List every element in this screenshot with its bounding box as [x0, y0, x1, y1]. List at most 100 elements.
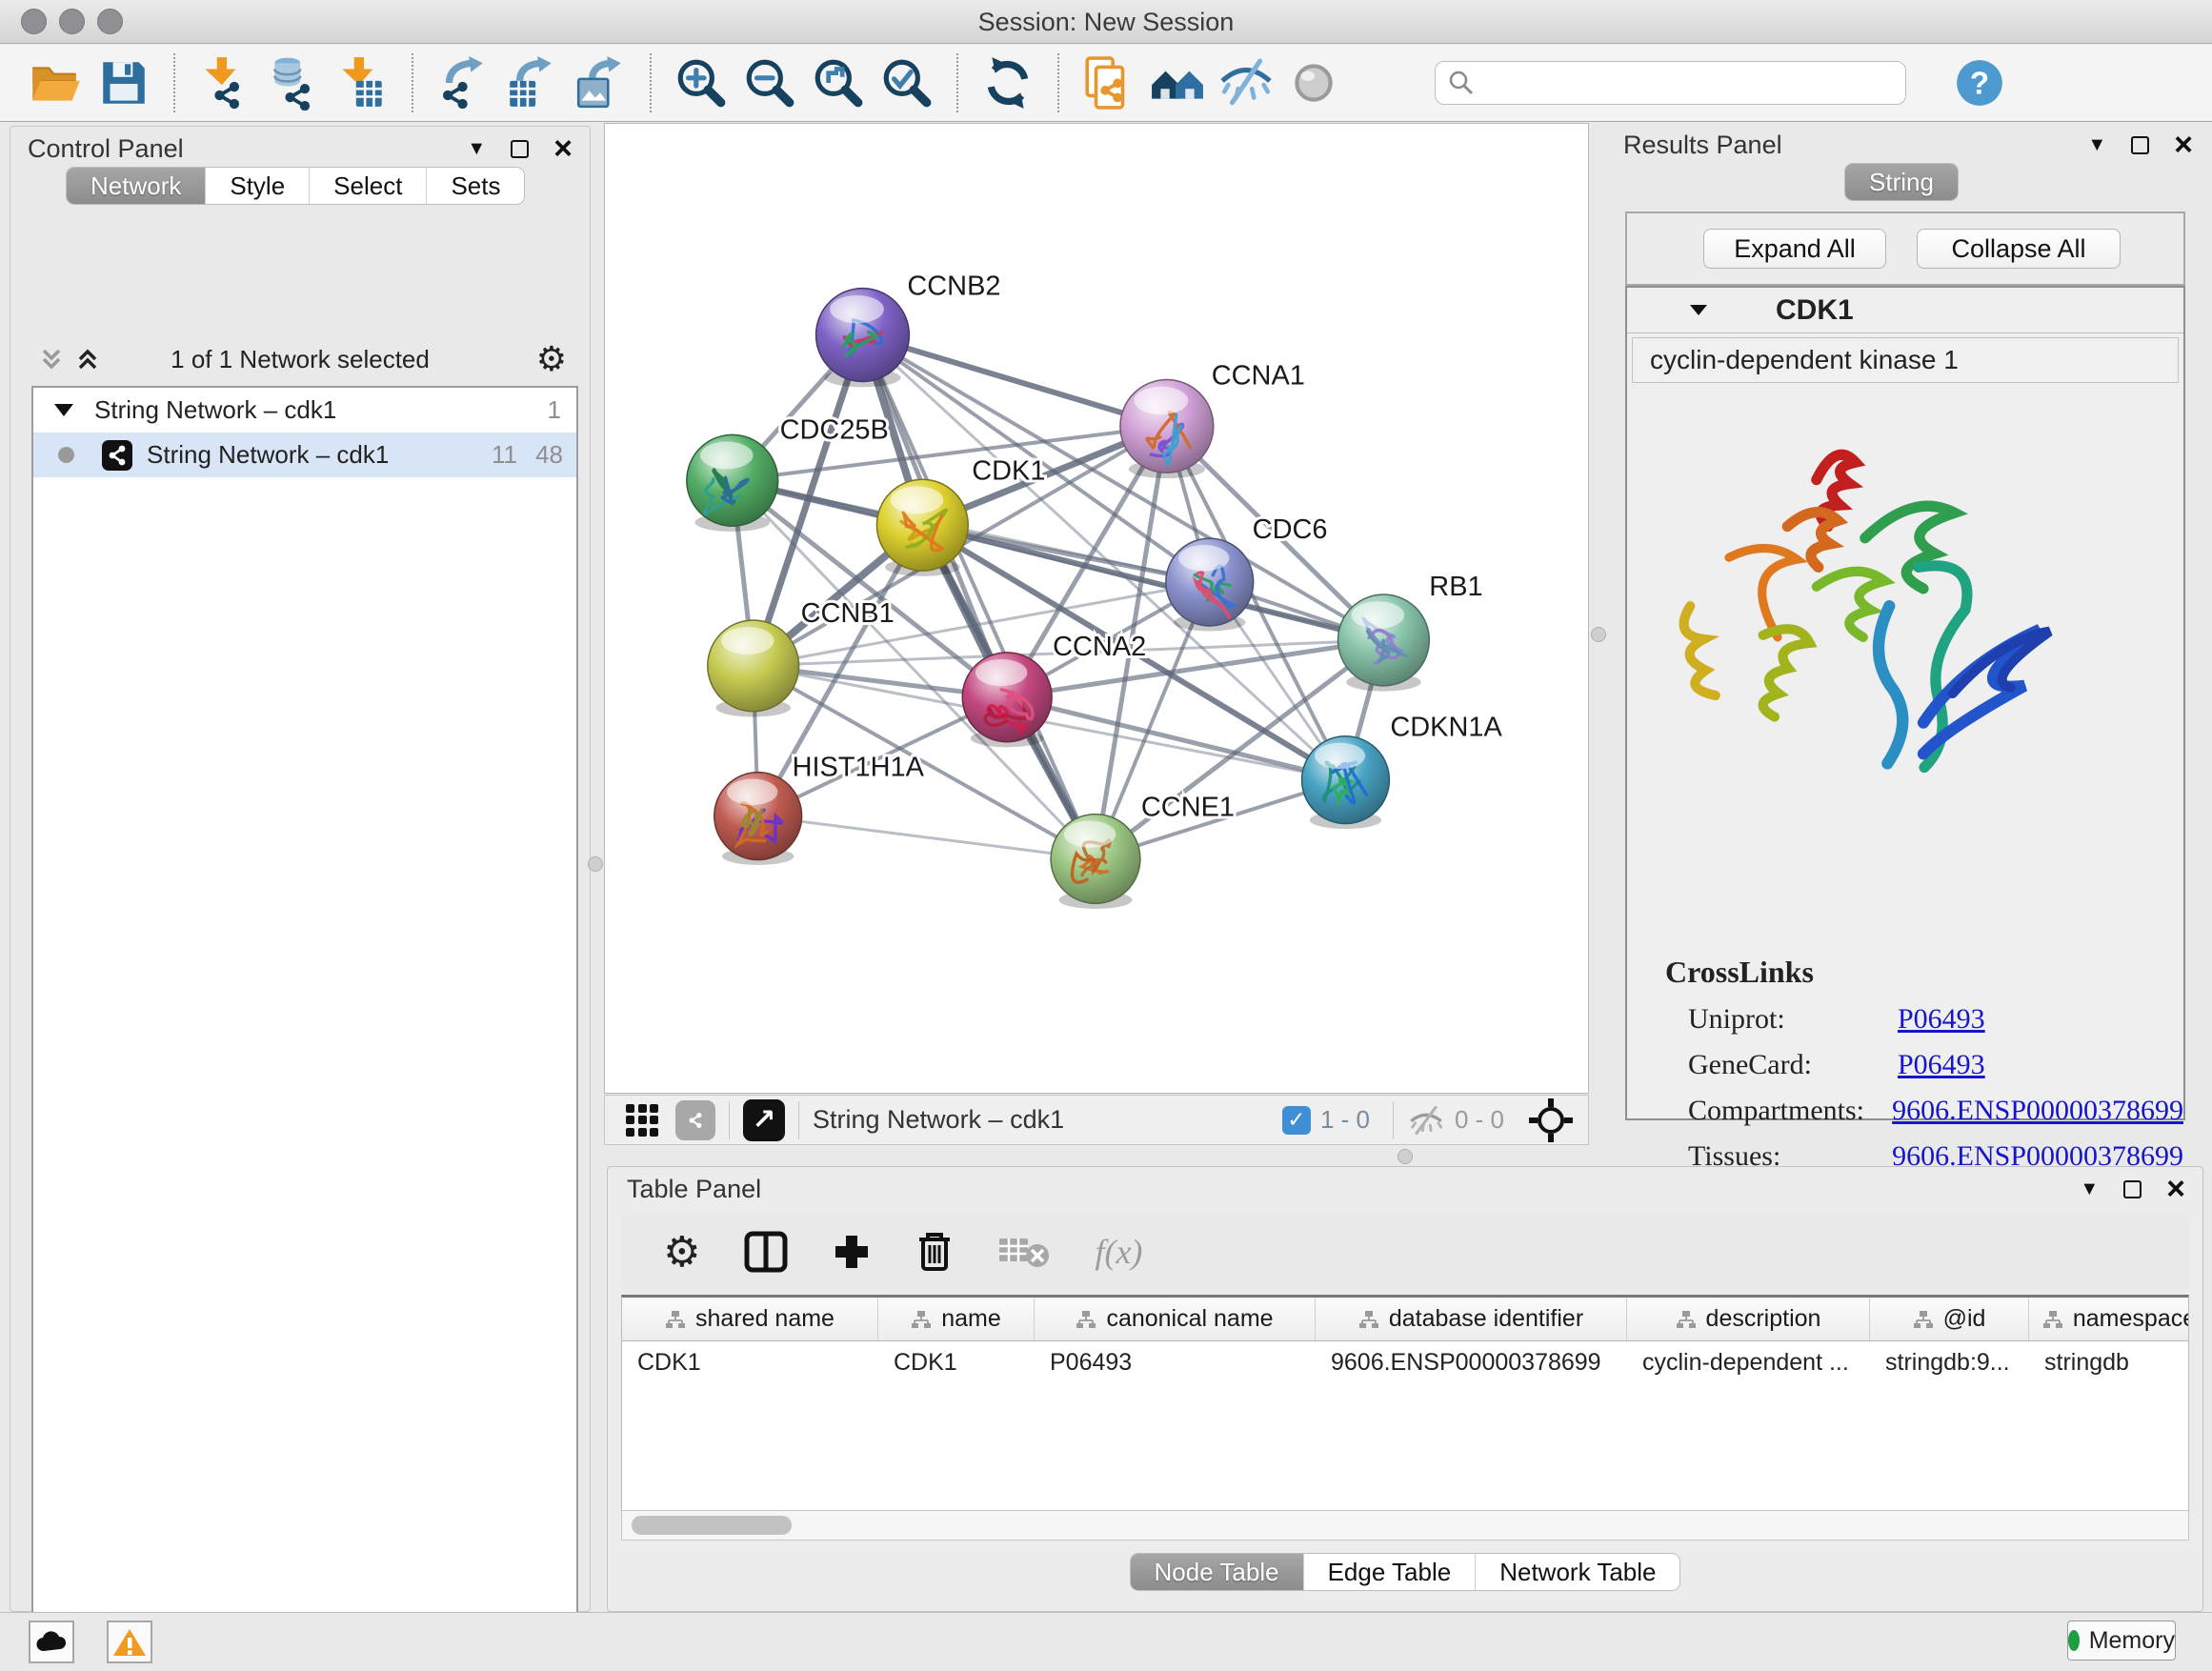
tab-string[interactable]: String [1845, 164, 1958, 200]
crosslink-link[interactable]: 9606.ENSP00000378699 [1892, 1095, 2183, 1127]
hidden-eye-slash-icon[interactable] [1407, 1104, 1445, 1137]
create-column-plus-icon[interactable] [832, 1232, 872, 1272]
open-session-button[interactable] [21, 51, 90, 114]
panel-menu-icon[interactable]: ▼ [2080, 1178, 2099, 1200]
search-icon [1447, 69, 1476, 97]
network-collection-row[interactable]: String Network – cdk1 1 [33, 388, 576, 433]
node-CCNA1[interactable]: CCNA1 [1120, 360, 1305, 478]
cell-database-identifier[interactable]: 9606.ENSP00000378699 [1316, 1341, 1627, 1383]
table-options-gear-icon[interactable]: ⚙ [663, 1228, 700, 1277]
selected-node-edge-counts: 1 - 0 [1320, 1105, 1370, 1135]
gene-expander-icon[interactable] [1690, 305, 1707, 315]
gene-header-row[interactable]: CDK1 [1627, 288, 2183, 333]
crosslink-link[interactable]: P06493 [1898, 1049, 1985, 1081]
network-overview-icon[interactable] [675, 1100, 715, 1140]
panel-close-icon[interactable]: × [2166, 1180, 2185, 1198]
crosslink-link[interactable]: P06493 [1898, 1003, 1985, 1036]
expand-all-button[interactable]: Expand All [1703, 229, 1886, 269]
tab-select[interactable]: Select [310, 168, 427, 204]
export-table-button[interactable] [497, 51, 566, 114]
help-button[interactable]: ? [1952, 55, 2007, 111]
refresh-icon [980, 55, 1036, 111]
column-header-database-identifier[interactable]: database identifier [1316, 1298, 1627, 1340]
panel-close-icon[interactable]: × [553, 140, 573, 158]
delete-column-trash-icon[interactable] [915, 1231, 954, 1273]
cloud-status-button[interactable] [29, 1621, 74, 1663]
edge-CCNB2-CCNA1[interactable] [862, 335, 1166, 427]
import-table-button[interactable] [328, 51, 396, 114]
table-horizontal-scrollbar[interactable] [621, 1510, 2189, 1540]
panel-menu-icon[interactable]: ▼ [467, 138, 486, 160]
column-type-icon [1676, 1310, 1697, 1329]
panel-close-icon[interactable]: × [2174, 136, 2193, 154]
tab-edge-table[interactable]: Edge Table [1304, 1554, 1477, 1590]
collapse-all-button[interactable]: Collapse All [1917, 229, 2121, 269]
tab-node-table[interactable]: Node Table [1131, 1554, 1304, 1590]
collection-expander-icon[interactable] [54, 404, 73, 416]
birdseye-crosshair-icon[interactable] [1527, 1097, 1575, 1144]
tab-style[interactable]: Style [206, 168, 310, 204]
zoom-fit-button[interactable] [804, 51, 873, 114]
tab-sets[interactable]: Sets [427, 168, 524, 204]
delete-table-icon[interactable] [997, 1233, 1051, 1271]
node-CCNE1[interactable]: CCNE1 [1051, 793, 1235, 909]
export-image-button[interactable] [566, 51, 634, 114]
function-builder-icon[interactable]: f(x) [1095, 1232, 1142, 1272]
detach-view-button[interactable]: ↗ [743, 1099, 785, 1141]
grid-view-icon[interactable] [626, 1104, 658, 1137]
string-import-button[interactable] [1075, 51, 1143, 114]
cell-namespace[interactable]: stringdb [2029, 1341, 2189, 1383]
crosslink-row: Uniprot:P06493 [1627, 1003, 2183, 1036]
save-session-button[interactable] [90, 51, 158, 114]
database-import-icon [266, 55, 321, 111]
import-network-button[interactable] [191, 51, 259, 114]
search-field[interactable] [1435, 61, 1906, 105]
column-header-canonical-name[interactable]: canonical name [1035, 1298, 1316, 1340]
panel-float-icon[interactable] [2131, 136, 2149, 154]
cell-canonical-name[interactable]: P06493 [1035, 1341, 1316, 1383]
tab-network-table[interactable]: Network Table [1476, 1554, 1679, 1590]
export-network-button[interactable] [429, 51, 497, 114]
network-row[interactable]: String Network – cdk1 11 48 [33, 433, 576, 477]
network-options-gear-icon[interactable]: ⚙ [536, 339, 567, 379]
selected-checkbox-icon[interactable]: ✓ [1282, 1106, 1311, 1135]
memory-button[interactable]: Memory [2067, 1621, 2176, 1661]
hide-selected-button[interactable] [1212, 51, 1280, 114]
network-graph[interactable]: CCNB2CCNA1CDC25BCDK1CDC6RB1CCNB1CCNA2CDK… [605, 124, 1588, 1093]
panel-float-icon[interactable] [511, 140, 529, 158]
zoom-out-button[interactable] [735, 51, 804, 114]
cell-@id[interactable]: stringdb:9... [1870, 1341, 2029, 1383]
left-splitter-handle[interactable] [588, 856, 603, 872]
column-header-@id[interactable]: @id [1870, 1298, 2029, 1340]
cell-description[interactable]: cyclin-dependent ... [1627, 1341, 1870, 1383]
column-header-name[interactable]: name [878, 1298, 1035, 1340]
panel-menu-icon[interactable]: ▼ [2087, 134, 2106, 156]
tab-network[interactable]: Network [67, 168, 206, 204]
bottom-splitter-handle[interactable] [1398, 1149, 1413, 1164]
zoom-fit-icon [811, 55, 866, 111]
zoom-in-button[interactable] [667, 51, 735, 114]
refresh-button[interactable] [974, 51, 1042, 114]
node-HIST1H1A[interactable]: HIST1H1A [714, 753, 925, 865]
cell-name[interactable]: CDK1 [878, 1341, 1035, 1383]
show-columns-icon[interactable] [744, 1231, 788, 1273]
column-header-shared-name[interactable]: shared name [622, 1298, 878, 1340]
import-network-from-database-button[interactable] [259, 51, 328, 114]
table-row[interactable]: CDK1CDK1P064939606.ENSP00000378699cyclin… [622, 1341, 2188, 1383]
show-all-button[interactable] [1280, 51, 1349, 114]
node-RB1[interactable]: RB1 [1338, 572, 1483, 692]
cell-shared-name[interactable]: CDK1 [622, 1341, 878, 1383]
node-CDKN1A[interactable]: CDKN1A [1302, 713, 1503, 829]
column-header-description[interactable]: description [1627, 1298, 1870, 1340]
scrollbar-thumb[interactable] [632, 1516, 792, 1535]
panel-float-icon[interactable] [2123, 1180, 2142, 1198]
network-canvas[interactable]: CCNB2CCNA1CDC25BCDK1CDC6RB1CCNB1CCNA2CDK… [604, 123, 1589, 1094]
crosslink-row: GeneCard:P06493 [1627, 1049, 2183, 1081]
column-header-namespace[interactable]: namespace [2029, 1298, 2189, 1340]
zoom-selected-button[interactable] [873, 51, 941, 114]
search-input[interactable] [1476, 69, 1876, 98]
warnings-button[interactable] [107, 1621, 152, 1663]
edge-HIST1H1A-CCNE1[interactable] [758, 816, 1096, 859]
right-splitter-handle[interactable] [1591, 627, 1606, 642]
first-neighbors-button[interactable] [1143, 51, 1212, 114]
